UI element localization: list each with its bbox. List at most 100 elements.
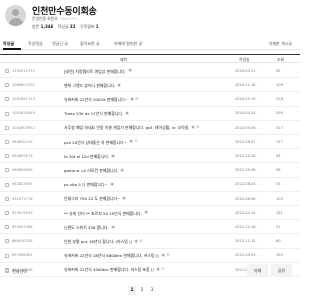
article-title-link[interactable]: 인테그라 750 22 도 판매합니다~ [64, 196, 120, 202]
row-checkbox[interactable] [5, 182, 9, 187]
select-all-checkbox[interactable] [5, 269, 9, 273]
row-checkbox[interactable] [5, 225, 9, 230]
row-checkbox[interactable] [5, 125, 9, 130]
article-title-link[interactable]: [대전] 차량젬리트 여업상 판매합니다. [64, 69, 126, 75]
tab-left-cafe-posts[interactable]: 카페에 탈퇴한 글 [114, 41, 142, 47]
article-date: 2024.05.19. [235, 97, 257, 102]
article-title-link[interactable]: ps vita 5 나 판매합니다~ [64, 182, 108, 188]
row-checkbox[interactable] [5, 140, 9, 144]
article-views: 53 [276, 182, 281, 187]
visit-label: 방문 [32, 24, 40, 29]
image-icon: ▣ [130, 96, 134, 101]
article-views: 58 [276, 168, 281, 173]
table-row[interactable]: 893991346 닌텐도 스위치 256 팝니다. ▣ 2021.12.16. 51 [0, 220, 300, 235]
tab-my-posts[interactable]: 작성글 [3, 41, 14, 47]
page-3[interactable]: 3 [148, 286, 156, 295]
article-attachment-icons: ▣ [143, 210, 148, 214]
article-title-link[interactable]: 사무실 폐업 하네요 안양 의총 게임기 판매합니다. gs5, 레이싱휠, v… [64, 125, 189, 131]
select-all-label[interactable]: 전체선택 [12, 269, 27, 275]
comment-icon: ✉ [166, 252, 170, 257]
article-views: 181 [276, 210, 283, 215]
article-attachment-icons: ▣ ✉ [133, 238, 143, 243]
comment-icon: ✉ [135, 96, 139, 101]
share-button[interactable]: 공유 [271, 264, 292, 277]
article-views: 51 [276, 224, 281, 229]
table-row[interactable]: 864930153 인천 부평 pcx 18년식 팝니다. (커스텀 )) ▣ ✉ 20… [0, 234, 300, 249]
table-row[interactable]: 857698361 슈퍼커버 22년식 18년식 6800km 판매합니다. 커스… [0, 249, 300, 263]
article-attachment-icons: ▣ [121, 196, 126, 200]
article-title-link[interactable]: 닌텐도 스위치 256 팝니다. [64, 225, 109, 231]
article-date: 2022.04.12. [235, 210, 257, 215]
article-attachment-icons: ▣ [124, 111, 129, 115]
image-icon: ▣ [122, 196, 126, 201]
tab-liked-posts[interactable]: 좋아요한 글 [80, 41, 100, 47]
table-row[interactable]: 945822955 ps vita 5 나 판매합니다~ ▣ 2022.08.03. 5… [0, 178, 300, 192]
table-row[interactable]: 1052834349 Tmax 530 dx 17년식 판매합니다. ▣ 2024.0… [0, 107, 300, 121]
table-row[interactable]: 923012019 ** 슈퍼 인터 ** 포르자 20 19년식 판매합니다. ▣… [0, 206, 300, 221]
avatar[interactable] [5, 5, 26, 26]
profile-header: 인천만수동이회송 운영안중 회원유 Yuki0**** 방문 1,346 작성글… [0, 0, 300, 36]
article-views: 94 [276, 153, 281, 158]
article-title-link[interactable]: 벤쳐 그랜드 뷰어나 판매합니다. [64, 83, 115, 89]
owner-info: 운영안중 회원유 Yuki0**** [32, 16, 77, 22]
article-date: 2021.09.05. [235, 253, 257, 258]
row-checkbox[interactable] [5, 111, 9, 116]
delete-button[interactable]: 삭제 [247, 264, 268, 277]
row-checkbox[interactable] [5, 97, 9, 102]
tab-deleted-posts[interactable]: 삭제한 게시글 [269, 41, 292, 47]
table-row[interactable]: 1100012752 [대전] 차량젬리트 여업상 판매합니다. ▣ 2025.03.… [0, 64, 300, 79]
row-checkbox[interactable] [5, 239, 9, 244]
article-date: 2024.04.06. [235, 125, 257, 130]
table-header: 제목 작성일 조회 [0, 54, 300, 63]
article-number: 864930153 [12, 239, 33, 244]
article-date: 2021.12.16. [235, 224, 257, 229]
article-title-link[interactable]: gama sr u2 리모컨 판매합니다. [64, 168, 118, 174]
article-title-link[interactable]: Tmax 530 dx 17년식 판매합니다. [64, 111, 123, 117]
article-title-link[interactable]: fx 20t el 12d 판매합니다. [64, 154, 109, 160]
row-checkbox[interactable] [5, 83, 9, 88]
article-date: 2021.11.15. [235, 239, 257, 244]
page-1[interactable]: 1 [128, 286, 136, 295]
row-checkbox[interactable] [5, 69, 9, 73]
article-title-link[interactable]: 슈퍼커버 22년식 200VX 판매합니다~ [64, 97, 128, 103]
article-date: 2022.08.03. [235, 182, 257, 187]
table-row[interactable]: 932471776 인테그라 750 22 도 판매합니다~ ▣ 2022.06.06… [0, 192, 300, 206]
article-attachment-icons: ▣ [110, 225, 115, 229]
row-checkbox[interactable] [5, 253, 9, 258]
table-row[interactable]: 1052851715 슈퍼커버 22년식 200VX 판매합니다~ ▣ ✉ 2024.0… [0, 92, 300, 107]
image-icon: ▣ [125, 110, 129, 115]
comment-icon: ✉ [139, 238, 143, 243]
image-icon: ▣ [120, 167, 124, 172]
row-checkbox[interactable] [5, 211, 9, 215]
article-title-link[interactable]: 슈퍼커버 22년식 4500km 판매합니다. 커스텀 포함 )) [64, 267, 154, 273]
image-icon: ▣ [161, 252, 165, 257]
article-title-link[interactable]: 인천 부평 pcx 18년식 팝니다. (커스텀 )) [64, 239, 132, 245]
table-row[interactable]: 984895073 fx 20t el 12d 판매합니다. ▣ 2022.10.18… [0, 149, 300, 164]
article-views: 109 [276, 82, 283, 87]
row-checkbox[interactable] [5, 196, 9, 201]
article-title-link[interactable]: ** 슈퍼 인터 ** 포르자 20 19년식 판매합니다. [64, 211, 142, 217]
post-count: 32 [69, 24, 76, 29]
article-number: 965826506 [12, 168, 33, 173]
row-checkbox[interactable] [5, 168, 9, 173]
article-attachment-icons: ▣ [110, 154, 115, 158]
table-row[interactable]: 1089607292 벤쳐 그랜드 뷰어나 판매합니다. ▣ 2024.11.18. 1… [0, 78, 300, 93]
image-icon: ▣ [191, 125, 195, 130]
image-icon: ▣ [129, 139, 133, 144]
table-row[interactable]: 965826506 gama sr u2 리모컨 판매합니다. ▣ 2022.09.0… [0, 163, 300, 178]
article-views: 165 [276, 253, 283, 258]
table-row[interactable]: 1052807652 사무실 폐업 하네요 안양 의총 게임기 판매합니다. gs… [0, 121, 300, 135]
tab-commented-posts[interactable]: 댓글단 글 [52, 41, 68, 47]
article-attachment-icons: ▣ ✉ [129, 96, 139, 101]
article-date: 2024.11.18. [235, 82, 257, 87]
tab-bar: 작성글 작성댓글 댓글단 글 좋아요한 글 카페에 탈퇴한 글 삭제한 게시글 [0, 39, 300, 50]
article-number: 984895073 [12, 153, 33, 158]
row-checkbox[interactable] [5, 154, 9, 159]
page-2[interactable]: 2 [138, 286, 146, 295]
image-icon: ▣ [156, 267, 160, 272]
article-title-link[interactable]: 슈퍼커버 22년식 18년식 6800km 판매합니다. 커스텀 )) [64, 253, 159, 259]
article-attachment-icons: ▣ ✉ [155, 267, 165, 272]
table-row[interactable]: 984830119 pcx 20년식 상태좋은 차 판매합니다~ ▣ ✉ 2022.08… [0, 135, 300, 150]
tab-my-comments[interactable]: 작성댓글 [28, 41, 43, 47]
article-title-link[interactable]: pcx 20년식 상태좋은 차 판매합니다~ [64, 140, 127, 146]
